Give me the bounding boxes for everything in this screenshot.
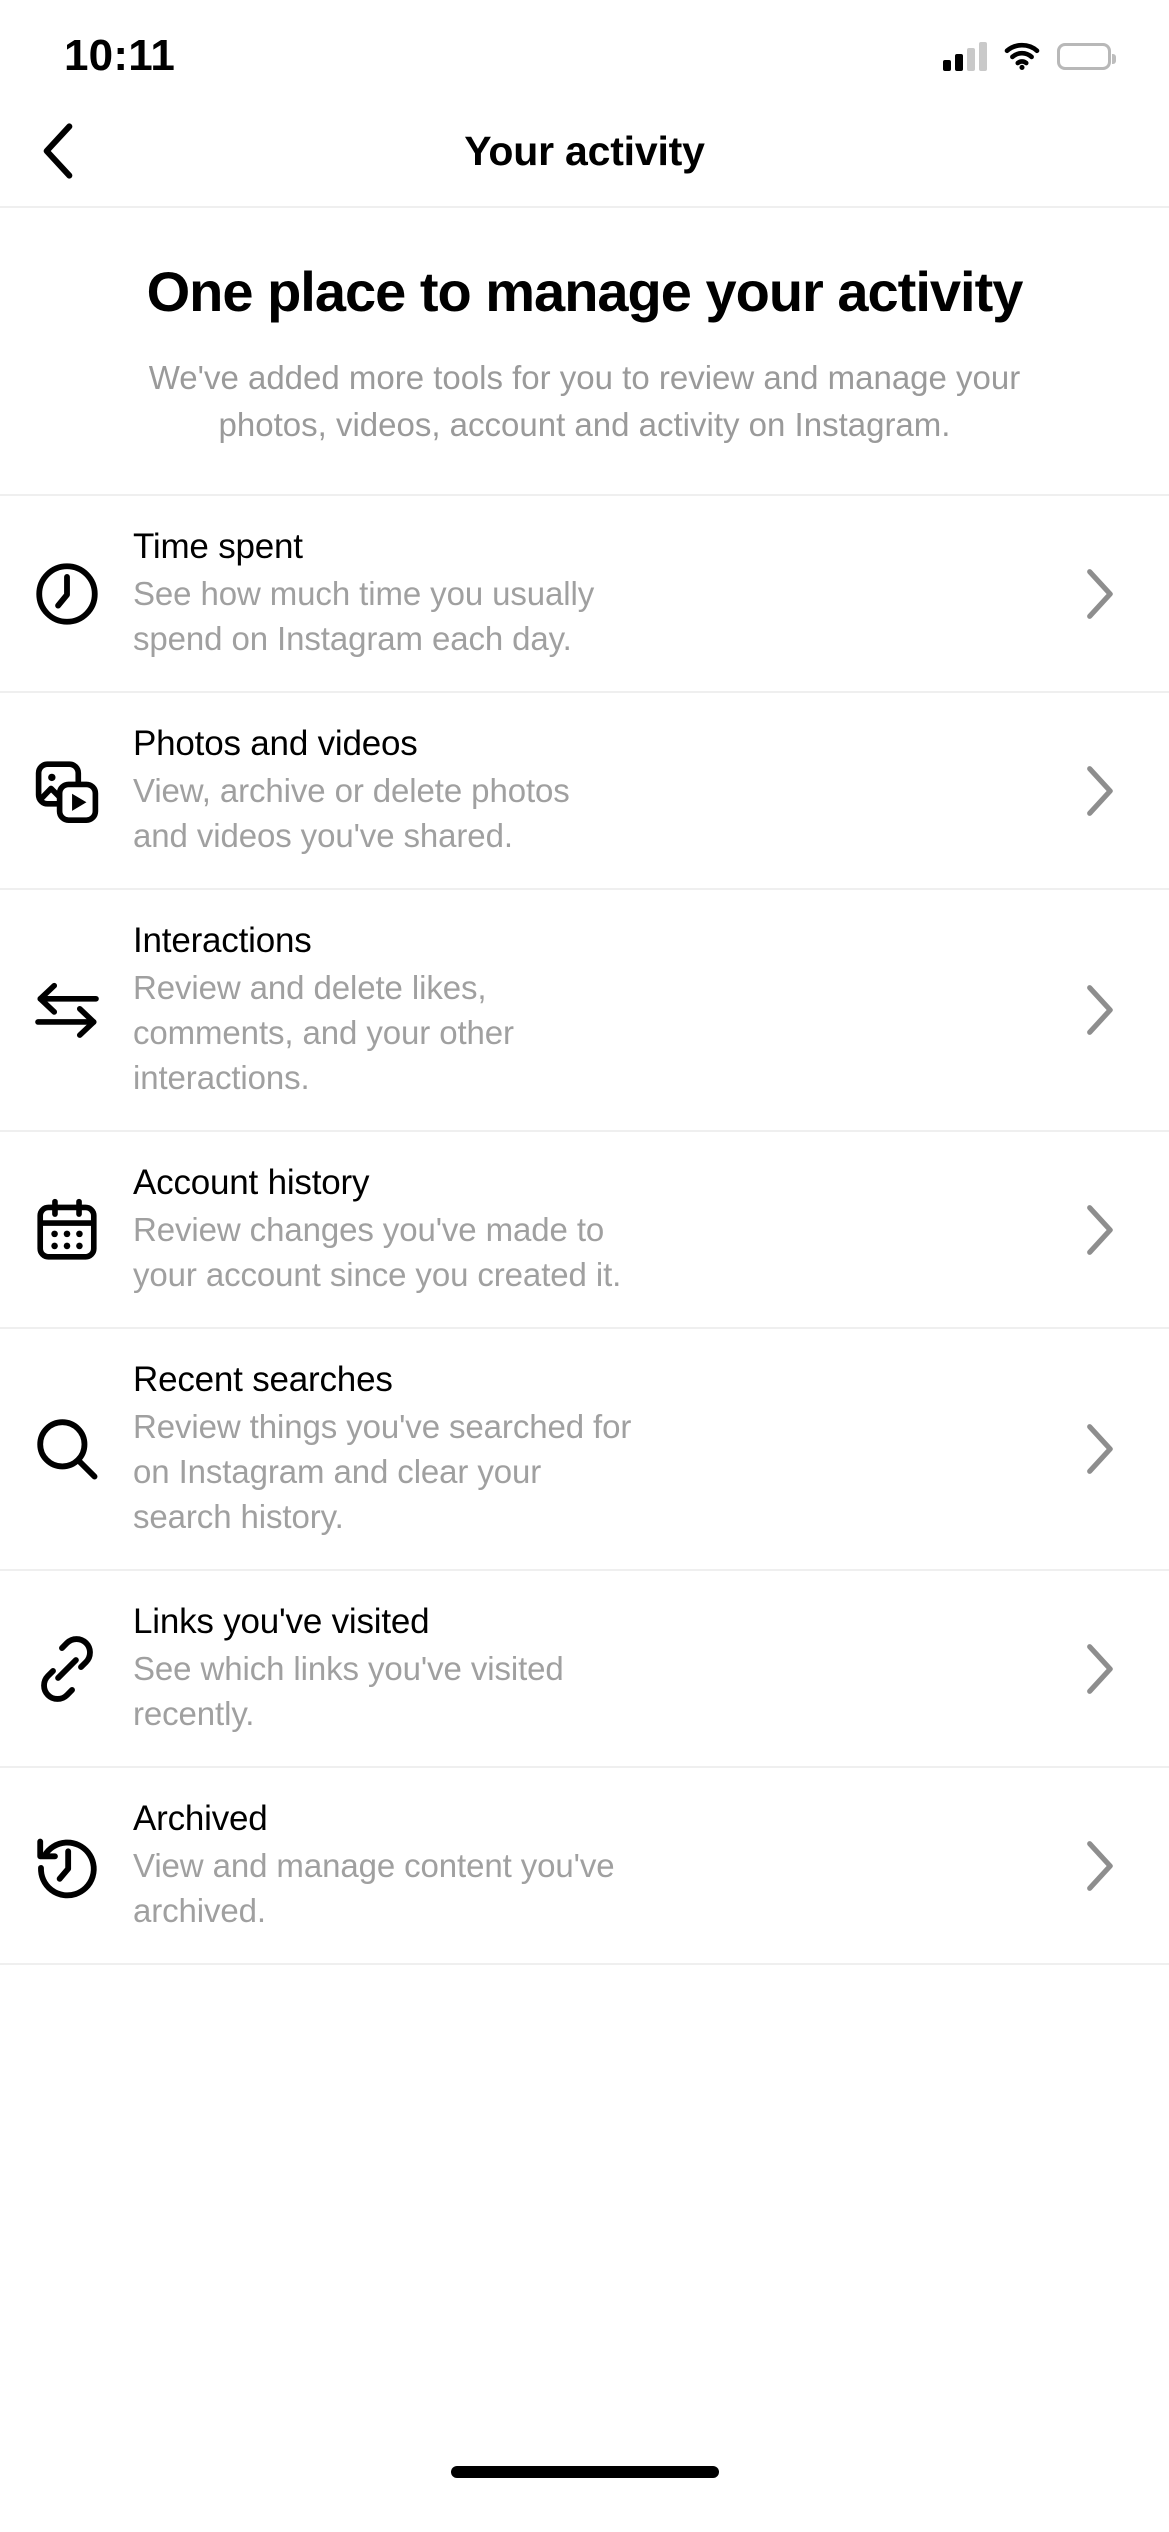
chevron-right-icon[interactable]: [1069, 765, 1129, 817]
chevron-right-icon[interactable]: [1069, 1643, 1129, 1695]
link-icon: [0, 1635, 133, 1702]
list-item-time-spent[interactable]: Time spent See how much time you usually…: [0, 496, 1169, 693]
chevron-right-icon[interactable]: [1069, 1204, 1129, 1256]
list-item-description: View, archive or delete photos and video…: [133, 772, 570, 854]
list-item-description: Review changes you've made to your accou…: [133, 1211, 622, 1293]
list-item-description: Review and delete likes, comments, and y…: [133, 969, 514, 1096]
history-clock-icon: [0, 1833, 133, 1899]
chevron-left-icon: [41, 122, 75, 180]
status-bar-icons: [943, 41, 1116, 71]
chevron-right-icon[interactable]: [1069, 1423, 1129, 1475]
back-button[interactable]: [22, 115, 94, 187]
home-indicator-area: [0, 2412, 1169, 2532]
list-item-title: Account history: [133, 1163, 370, 1202]
list-item-title: Links you've visited: [133, 1602, 430, 1641]
list-item-links-visited[interactable]: Links you've visited See which links you…: [0, 1571, 1169, 1768]
list-item-text: Recent searches Review things you've sea…: [133, 1329, 1069, 1569]
list-item-text: Interactions Review and delete likes, co…: [133, 890, 1069, 1130]
cellular-signal-icon: [943, 41, 987, 71]
list-item-text: Time spent See how much time you usually…: [133, 496, 1069, 691]
clock-icon: [0, 561, 133, 627]
list-item-description: View and manage content you've archived.: [133, 1847, 615, 1929]
list-item-title: Archived: [133, 1799, 268, 1838]
list-item-description: Review things you've searched for on Ins…: [133, 1408, 632, 1535]
list-item-archived[interactable]: Archived View and manage content you've …: [0, 1768, 1169, 1965]
home-indicator[interactable]: [450, 2466, 719, 2478]
page-title: Your activity: [464, 127, 705, 174]
list-item-interactions[interactable]: Interactions Review and delete likes, co…: [0, 890, 1169, 1132]
list-item-recent-searches[interactable]: Recent searches Review things you've sea…: [0, 1329, 1169, 1571]
wifi-icon: [1003, 41, 1041, 71]
hero-section: One place to manage your activity We've …: [0, 208, 1169, 496]
search-icon: [0, 1416, 133, 1482]
list-item-title: Interactions: [133, 921, 312, 960]
list-item-title: Time spent: [133, 527, 303, 566]
chevron-right-icon[interactable]: [1069, 984, 1129, 1036]
photos-videos-icon: [0, 756, 133, 826]
list-item-text: Archived View and manage content you've …: [133, 1768, 1069, 1963]
list-item-description: See how much time you usually spend on I…: [133, 575, 595, 657]
screen-root: 10:11 Your activity One place to manage …: [0, 0, 1169, 2532]
list-item-title: Photos and videos: [133, 724, 418, 763]
list-item-text: Links you've visited See which links you…: [133, 1571, 1069, 1766]
list-item-text: Account history Review changes you've ma…: [133, 1132, 1069, 1327]
list-item-account-history[interactable]: Account history Review changes you've ma…: [0, 1132, 1169, 1329]
list-item-title: Recent searches: [133, 1360, 393, 1399]
list-item-photos-and-videos[interactable]: Photos and videos View, archive or delet…: [0, 693, 1169, 890]
list-item-description: See which links you've visited recently.: [133, 1650, 564, 1732]
battery-full-icon: [1057, 42, 1116, 70]
navigation-bar: Your activity: [0, 96, 1169, 208]
calendar-icon: [0, 1197, 133, 1263]
status-bar-time: 10:11: [64, 31, 176, 80]
chevron-right-icon[interactable]: [1069, 568, 1129, 620]
hero-title: One place to manage your activity: [146, 260, 1024, 323]
chevron-right-icon[interactable]: [1069, 1840, 1129, 1892]
activity-list: Time spent See how much time you usually…: [0, 496, 1169, 2412]
list-item-text: Photos and videos View, archive or delet…: [133, 693, 1069, 888]
hero-subtitle: We've added more tools for you to review…: [148, 359, 1021, 443]
status-bar: 10:11: [0, 0, 1169, 96]
interactions-arrows-icon: [0, 981, 133, 1039]
